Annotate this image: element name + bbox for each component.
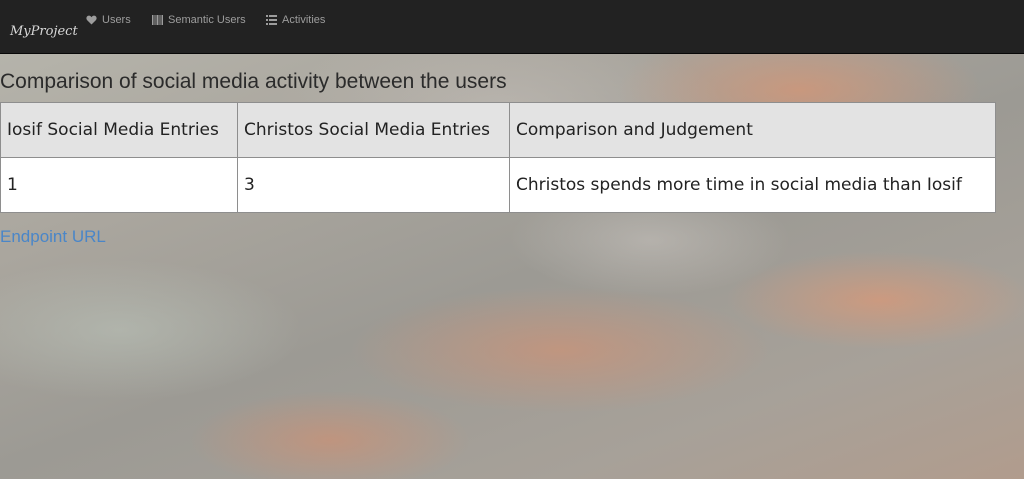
comparison-table: Iosif Social Media Entries Christos Soci… (0, 102, 996, 213)
column-header-judgement: Comparison and Judgement (509, 102, 996, 158)
endpoint-url-link[interactable]: Endpoint URL (0, 227, 106, 247)
brand-logo[interactable]: MyProject (10, 24, 78, 39)
navbar: MyProject Users Semantic Users Activitie… (0, 0, 1024, 54)
nav-item-semantic-users[interactable]: Semantic Users (152, 12, 246, 28)
nav-item-label: Users (102, 14, 131, 26)
column-header-christos: Christos Social Media Entries (237, 102, 510, 158)
nav-item-label: Semantic Users (168, 14, 246, 26)
nav-item-activities[interactable]: Activities (266, 12, 325, 28)
list-icon (266, 15, 277, 25)
table-cell-judgement: Christos spends more time in social medi… (509, 157, 996, 213)
column-header-iosif: Iosif Social Media Entries (0, 102, 238, 158)
table-header-row: Iosif Social Media Entries Christos Soci… (0, 102, 996, 158)
heart-icon (86, 15, 97, 25)
table-cell-iosif-entries: 1 (0, 157, 238, 213)
barcode-icon (152, 15, 163, 25)
page-title: Comparison of social media activity betw… (0, 70, 507, 93)
nav-item-users[interactable]: Users (86, 12, 131, 28)
table-row: 1 3 Christos spends more time in social … (0, 157, 996, 213)
table-cell-christos-entries: 3 (237, 157, 510, 213)
nav-item-label: Activities (282, 14, 326, 26)
